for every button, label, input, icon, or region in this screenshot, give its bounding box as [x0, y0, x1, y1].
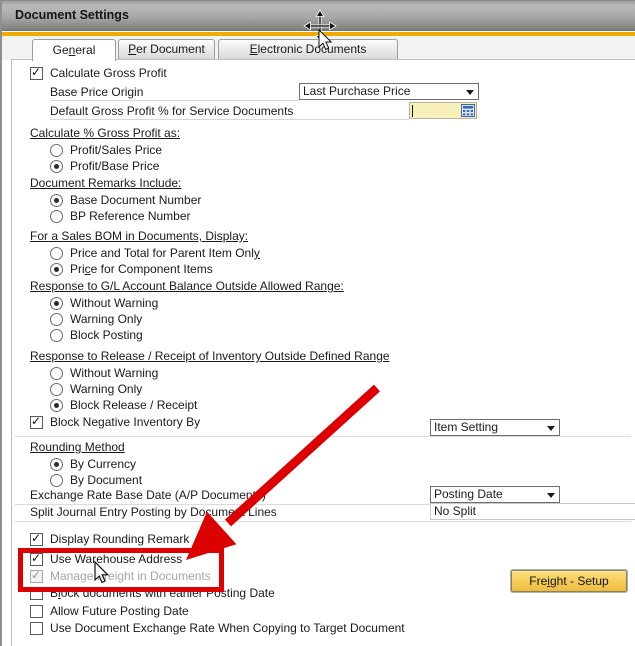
document-settings-window: Document Settings GeneralPer DocumentEle… [0, 0, 635, 646]
tab-electronic-documents[interactable]: Electronic Documents [218, 39, 398, 59]
default-gross-profit-for-service-documents-input[interactable] [409, 102, 477, 119]
section-heading-response-to-release-receipt-of-inventory-outside-defined-range: Response to Release / Receipt of Invento… [30, 349, 390, 363]
field-label-base-price-origin: Base Price Origin [50, 84, 299, 101]
checkbox-label[interactable]: Block documents with earlier Posting Dat… [50, 586, 275, 601]
dropdown-value: Item Setting [434, 420, 498, 434]
radio-label[interactable]: Profit/Base Price [70, 159, 159, 174]
radio-circle[interactable] [50, 313, 63, 326]
checkbox-label: Manage Freight in Documents [50, 569, 211, 584]
radio-selected-dot [54, 267, 59, 272]
radio-selected-dot [54, 198, 59, 203]
radio-circle[interactable] [50, 247, 63, 260]
radio-selected-dot [54, 403, 59, 408]
checkmark-icon: ✓ [31, 551, 41, 565]
checkbox-box[interactable]: ✓ [30, 416, 43, 429]
checkbox-label[interactable]: Calculate Gross Profit [50, 66, 167, 81]
base-price-origin-dropdown[interactable]: Last Purchase Price [299, 83, 479, 100]
radio-label[interactable]: Warning Only [70, 312, 142, 327]
radio-circle[interactable] [50, 160, 63, 173]
checkbox-box[interactable] [30, 622, 43, 635]
radio-label[interactable]: Warning Only [70, 382, 142, 397]
radio-label[interactable]: By Document [70, 473, 142, 488]
checkmark-icon: ✓ [31, 414, 41, 428]
dropdown-value: Last Purchase Price [303, 84, 410, 98]
radio-label[interactable]: Without Warning [70, 296, 158, 311]
field-label-exchange-rate-base-date-a-p-documents: Exchange Rate Base Date (A/P Documents) [30, 487, 266, 504]
title-bar[interactable]: Document Settings [2, 0, 635, 31]
checkbox-label[interactable]: Use Document Exchange Rate When Copying … [50, 621, 405, 636]
section-heading-document-remarks-include: Document Remarks Include: [30, 176, 181, 190]
radio-label[interactable]: BP Reference Number [70, 209, 191, 224]
radio-circle[interactable] [50, 144, 63, 157]
tab-per-document[interactable]: Per Document [118, 39, 215, 59]
row-separator [15, 436, 631, 437]
radio-label[interactable]: Without Warning [70, 366, 158, 381]
checkbox-box[interactable] [30, 605, 43, 618]
tab-page-border-left [11, 59, 12, 646]
checkbox-label[interactable]: Use Warehouse Address [50, 552, 182, 567]
calculator-icon[interactable] [461, 104, 475, 117]
field-label-split-journal-entry-posting-by-document-lines: Split Journal Entry Posting by Document … [30, 504, 277, 521]
radio-label[interactable]: Block Posting [70, 328, 143, 343]
split-journal-entry-posting-by-document-lines-field[interactable]: No Split [430, 503, 635, 520]
checkbox-box[interactable]: ✓ [30, 553, 43, 566]
row-separator [15, 521, 631, 522]
section-heading-response-to-g-l-account-balance-outside-allowed-range: Response to G/L Account Balance Outside … [30, 279, 344, 293]
checkbox-box: ✓ [30, 570, 43, 583]
dropdown-arrow-icon [547, 426, 555, 431]
checkmark-icon: ✓ [31, 568, 41, 582]
radio-circle[interactable] [50, 210, 63, 223]
block-negative-inventory-by-dropdown[interactable]: Item Setting [430, 419, 560, 436]
radio-circle[interactable] [50, 399, 63, 412]
radio-label[interactable]: Profit/Sales Price [70, 143, 162, 158]
radio-selected-dot [54, 164, 59, 169]
checkbox-box[interactable]: ✓ [30, 67, 43, 80]
section-heading-rounding-method: Rounding Method [30, 440, 125, 454]
dropdown-arrow-icon [547, 493, 555, 498]
radio-circle[interactable] [50, 297, 63, 310]
radio-circle[interactable] [50, 367, 63, 380]
checkbox-label[interactable]: Allow Future Posting Date [50, 604, 189, 619]
radio-label[interactable]: Base Document Number [70, 193, 201, 208]
checkbox-label[interactable]: Display Rounding Remark [50, 532, 189, 547]
checkbox-box[interactable]: ✓ [30, 533, 43, 546]
checkbox-label[interactable]: Block Negative Inventory By [50, 415, 200, 430]
freight-setup-button[interactable]: Freight - Setup [511, 570, 627, 592]
radio-label[interactable]: Price for Component Items [70, 262, 213, 277]
radio-circle[interactable] [50, 194, 63, 207]
radio-selected-dot [54, 462, 59, 467]
radio-circle[interactable] [50, 458, 63, 471]
checkmark-icon: ✓ [31, 531, 41, 545]
window-title: Document Settings [15, 8, 129, 22]
text-caret [412, 105, 413, 117]
tab-general[interactable]: General [32, 39, 116, 61]
radio-label[interactable]: Block Release / Receipt [70, 398, 197, 413]
checkbox-box[interactable] [30, 587, 43, 600]
section-heading-for-a-sales-bom-in-documents-display: For a Sales BOM in Documents, Display: [30, 229, 248, 243]
exchange-rate-base-date-a-p-documents-dropdown[interactable]: Posting Date [430, 486, 560, 503]
checkmark-icon: ✓ [31, 65, 41, 79]
radio-circle[interactable] [50, 474, 63, 487]
dropdown-arrow-icon [466, 90, 474, 95]
radio-selected-dot [54, 301, 59, 306]
radio-circle[interactable] [50, 329, 63, 342]
radio-circle[interactable] [50, 383, 63, 396]
radio-label[interactable]: By Currency [70, 457, 136, 472]
section-heading-calculate-gross-profit-as: Calculate % Gross Profit as: [30, 126, 180, 140]
radio-label[interactable]: Price and Total for Parent Item Only [70, 246, 260, 261]
dropdown-value: Posting Date [434, 487, 503, 501]
radio-circle[interactable] [50, 263, 63, 276]
field-label-default-gross-profit-for-service-documents: Default Gross Profit % for Service Docum… [50, 103, 409, 120]
